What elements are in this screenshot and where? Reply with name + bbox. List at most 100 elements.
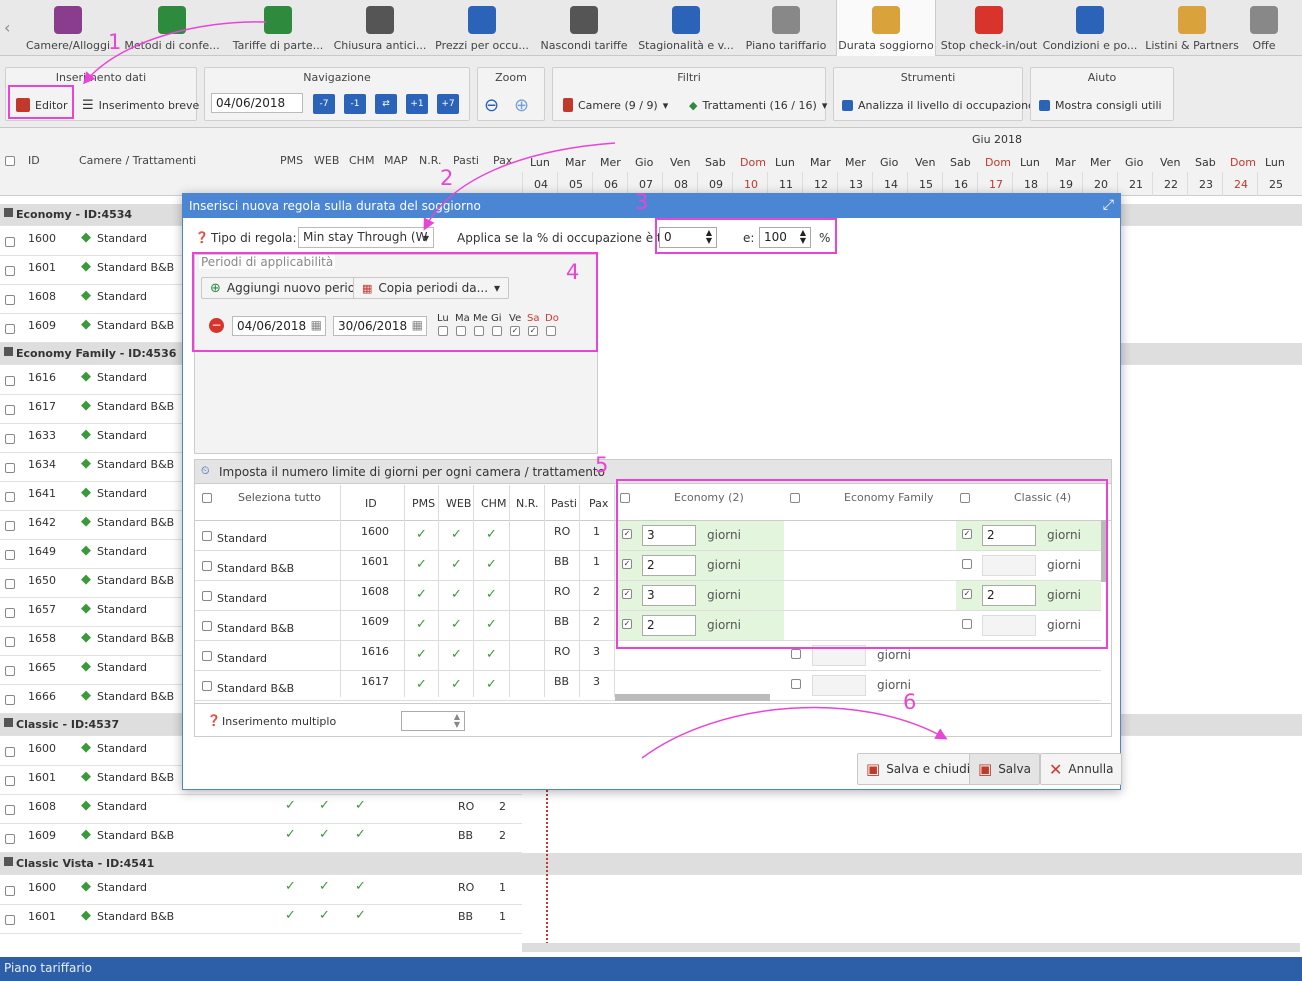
col-map: MAP	[384, 154, 408, 167]
row-checkbox[interactable]	[202, 621, 212, 631]
nav-item-8[interactable]: Durata soggiorno	[836, 0, 936, 56]
nav-item-5[interactable]: Nascondi tariffe	[536, 0, 632, 56]
nav-step-button-2[interactable]: ⇄	[375, 94, 397, 114]
family-checkbox[interactable]	[791, 679, 801, 689]
row-checkbox[interactable]	[202, 681, 212, 691]
nav-item-3[interactable]: Chiusura antici...	[330, 0, 430, 56]
row-checkbox[interactable]	[202, 531, 212, 541]
row-checkbox[interactable]	[5, 550, 15, 560]
row-checkbox[interactable]	[5, 776, 15, 786]
row-checkbox[interactable]	[5, 695, 15, 705]
row-checkbox[interactable]	[5, 915, 15, 925]
salva-button[interactable]: ▣ Salva	[969, 753, 1040, 785]
nav-step-button-4[interactable]: +7	[437, 94, 459, 114]
nav-step-button-0[interactable]: -7	[313, 94, 335, 114]
collapse-icon[interactable]	[4, 347, 13, 356]
group-row[interactable]: Classic Vista - ID:4541	[0, 853, 1302, 875]
row-checkbox[interactable]	[5, 266, 15, 276]
spinner-icon[interactable]: ▲ ▼	[454, 713, 460, 729]
nav-date-input[interactable]: 04/06/2018	[211, 93, 303, 113]
nav-item-9[interactable]: Stop check-in/out	[940, 0, 1038, 56]
nav-scroll-right-icon[interactable]: ›	[1272, 18, 1278, 37]
table-h-scrollbar[interactable]	[615, 694, 770, 701]
nav-item-4[interactable]: Prezzi per occu...	[432, 0, 532, 56]
nav-item-icon	[54, 6, 82, 34]
tag-icon: ◆	[81, 798, 91, 813]
nav-scroll-left-icon[interactable]: ‹	[4, 18, 10, 37]
nav-item-icon	[975, 6, 1003, 34]
check-icon: ✓	[451, 527, 462, 542]
analizza-button[interactable]: Analizza il livello di occupazione	[842, 94, 1035, 116]
save-icon: ▣	[866, 760, 881, 778]
camere-filter[interactable]: Camere (9 / 9) ▾	[563, 94, 668, 116]
row-checkbox[interactable]	[202, 651, 212, 661]
expand-icon[interactable]: ⤢	[1103, 197, 1114, 213]
row-checkbox[interactable]	[5, 521, 15, 531]
collapse-icon[interactable]	[4, 857, 13, 866]
col-web: WEB	[446, 497, 472, 510]
nav-item-label: Durata soggiorno	[838, 39, 934, 52]
day-number: 19	[1059, 178, 1073, 191]
nav-item-2[interactable]: Tariffe di parte...	[226, 0, 330, 56]
collapse-icon[interactable]	[4, 718, 13, 727]
select-all-checkbox[interactable]	[202, 493, 212, 503]
row-treatment: Standard B&B	[97, 458, 175, 471]
row-checkbox[interactable]	[5, 295, 15, 305]
nav-step-button-3[interactable]: +1	[406, 94, 428, 114]
row-checkbox[interactable]	[5, 324, 15, 334]
nav-item-11[interactable]: Listini & Partners	[1144, 0, 1240, 56]
tipo-select[interactable]: Min stay Through (W ▾	[298, 227, 434, 248]
multiplo-input[interactable]: ▲ ▼	[401, 711, 465, 731]
row-checkbox[interactable]	[5, 376, 15, 386]
annotation-number: 1	[108, 30, 122, 54]
giorni-label: giorni	[877, 648, 911, 662]
row-checkbox[interactable]	[5, 463, 15, 473]
consigli-button[interactable]: Mostra consigli utili	[1039, 94, 1162, 116]
tag-icon: ◆	[81, 259, 91, 274]
nav-step-button-1[interactable]: -1	[344, 94, 366, 114]
col-pax: Pax	[493, 154, 513, 167]
family-checkbox[interactable]	[791, 649, 801, 659]
zoom-out-icon[interactable]: ⊖	[484, 94, 499, 116]
nav-item-6[interactable]: Stagionalità e v...	[636, 0, 736, 56]
table-row[interactable]: 1601 ◆ Standard B&B ✓ ✓ ✓ BB 1	[0, 905, 522, 934]
table-row[interactable]: 1608 ◆ Standard ✓ ✓ ✓ RO 2	[0, 795, 522, 824]
row-checkbox[interactable]	[5, 237, 15, 247]
annulla-button[interactable]: ✕ Annulla	[1040, 753, 1123, 785]
row-treatment: Standard	[97, 487, 148, 500]
row-checkbox[interactable]	[5, 637, 15, 647]
row-checkbox[interactable]	[5, 834, 15, 844]
group-filtri: Filtri Camere (9 / 9) ▾ ◆ Trattamenti (16 …	[552, 67, 827, 121]
row-checkbox[interactable]	[202, 591, 212, 601]
nav-item-1[interactable]: Metodi di confe...	[120, 0, 224, 56]
collapse-icon[interactable]	[4, 208, 13, 217]
row-checkbox[interactable]	[5, 405, 15, 415]
help-icon[interactable]: ❓	[195, 231, 209, 244]
nav-item-0[interactable]: Camere/Alloggi	[16, 0, 120, 56]
grid-h-scrollbar[interactable]	[522, 943, 1300, 952]
inserimento-breve-button[interactable]: ☰ Inserimento breve	[82, 94, 199, 116]
tag-icon: ◆	[81, 288, 91, 303]
table-row[interactable]: 1609 ◆ Standard B&B ✓ ✓ ✓ BB 2	[0, 824, 522, 853]
nav-item-7[interactable]: Piano tariffario	[741, 0, 831, 56]
row-id: 1617	[361, 675, 389, 688]
row-checkbox[interactable]	[5, 747, 15, 757]
row-treatment: Standard B&B	[97, 910, 175, 923]
select-all-checkbox[interactable]	[5, 156, 15, 166]
table-row[interactable]: 1600 ◆ Standard ✓ ✓ ✓ RO 1	[0, 876, 522, 905]
salva-chiudi-button[interactable]: ▣ Salva e chiudi	[857, 753, 980, 785]
help-icon[interactable]: ❓	[207, 714, 221, 727]
row-checkbox[interactable]	[5, 886, 15, 896]
row-checkbox[interactable]	[5, 608, 15, 618]
zoom-in-icon[interactable]: ⊕	[514, 94, 529, 116]
row-checkbox[interactable]	[5, 579, 15, 589]
row-checkbox[interactable]	[5, 492, 15, 502]
row-checkbox[interactable]	[5, 666, 15, 676]
row-checkbox[interactable]	[202, 561, 212, 571]
family-days-input[interactable]	[812, 675, 866, 696]
nav-item-10[interactable]: Condizioni e po...	[1042, 0, 1138, 56]
trattamenti-filter[interactable]: ◆ Trattamenti (16 / 16) ▾	[689, 94, 827, 116]
day-name: Lun	[530, 156, 550, 169]
row-checkbox[interactable]	[5, 434, 15, 444]
row-checkbox[interactable]	[5, 805, 15, 815]
